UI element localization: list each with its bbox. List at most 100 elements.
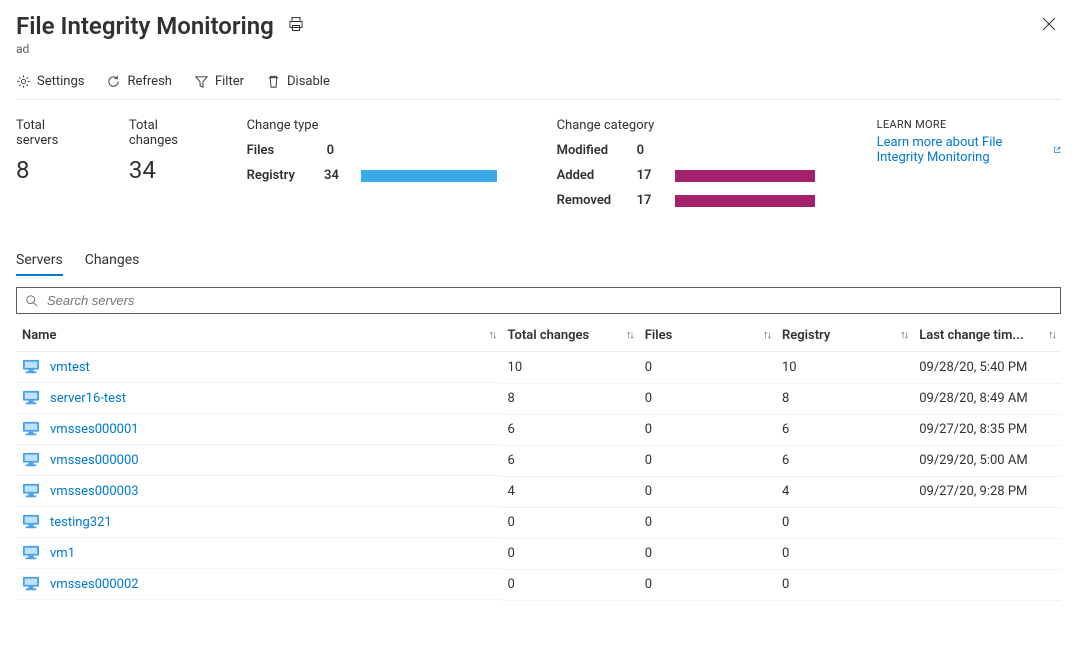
server-icon: [22, 576, 40, 592]
sort-icon: ↑↓: [900, 328, 907, 341]
table-row: testing321000: [16, 507, 1061, 538]
sort-icon: ↑↓: [626, 328, 633, 341]
gear-icon: [16, 74, 31, 89]
search-box[interactable]: [16, 287, 1061, 314]
server-icon: [22, 545, 40, 561]
change-category-name: Added: [557, 168, 637, 183]
cell-last-change: [913, 507, 1061, 538]
change-type-value: 34: [324, 168, 353, 183]
total-servers-value: 8: [16, 156, 69, 184]
cell-registry: 0: [776, 507, 913, 538]
total-changes-block: Total changes 34: [129, 118, 187, 184]
col-header-files[interactable]: Files↑↓: [639, 320, 776, 352]
filter-button[interactable]: Filter: [194, 74, 244, 89]
external-link-icon: [1053, 144, 1061, 156]
cell-files: 0: [639, 569, 776, 600]
learn-more-link[interactable]: Learn more about File Integrity Monitori…: [877, 135, 1061, 165]
table-row: vmsses00000160609/27/20, 8:35 PM: [16, 414, 1061, 445]
change-type-name: Registry: [247, 168, 324, 183]
tab-servers[interactable]: Servers: [16, 246, 63, 276]
change-category-value: 17: [637, 193, 667, 208]
cell-files: 0: [639, 476, 776, 507]
server-icon: [22, 421, 40, 437]
server-link[interactable]: testing321: [50, 515, 112, 530]
table-row: vmsses00000340409/27/20, 9:28 PM: [16, 476, 1061, 507]
sort-icon: ↑↓: [489, 328, 496, 341]
refresh-button[interactable]: Refresh: [106, 74, 171, 89]
change-category-row: Removed17: [557, 193, 817, 208]
cell-registry: 0: [776, 569, 913, 600]
change-category-row: Modified0: [557, 143, 817, 158]
cell-registry: 6: [776, 445, 913, 476]
settings-button[interactable]: Settings: [16, 74, 84, 89]
col-header-name[interactable]: Name↑↓: [16, 320, 502, 352]
cell-files: 0: [639, 538, 776, 569]
change-category-row: Added17: [557, 168, 817, 183]
toolbar: Settings Refresh Filter Disable: [16, 74, 1061, 100]
server-icon: [22, 483, 40, 499]
col-header-registry[interactable]: Registry↑↓: [776, 320, 913, 352]
change-category-bar: [675, 195, 815, 207]
cell-last-change: 09/27/20, 9:28 PM: [913, 476, 1061, 507]
change-category-title: Change category: [557, 118, 817, 133]
change-category-bar: [675, 170, 815, 182]
server-icon: [22, 359, 40, 375]
servers-table: Name↑↓ Total changes↑↓ Files↑↓ Registry↑…: [16, 320, 1061, 601]
total-servers-block: Total servers 8: [16, 118, 69, 184]
cell-total-changes: 0: [502, 569, 639, 600]
server-link[interactable]: vmsses000000: [50, 453, 139, 468]
change-category-value: 0: [637, 143, 667, 158]
cell-total-changes: 8: [502, 383, 639, 414]
total-changes-value: 34: [129, 156, 187, 184]
disable-button[interactable]: Disable: [266, 74, 330, 89]
disable-label: Disable: [287, 74, 330, 89]
tabs: Servers Changes: [16, 246, 1061, 277]
settings-label: Settings: [37, 74, 84, 89]
print-icon[interactable]: [288, 16, 304, 36]
server-icon: [22, 452, 40, 468]
refresh-icon: [106, 74, 121, 89]
cell-registry: 0: [776, 538, 913, 569]
server-link[interactable]: server16-test: [50, 391, 126, 406]
cell-total-changes: 6: [502, 445, 639, 476]
col-header-total-changes[interactable]: Total changes↑↓: [502, 320, 639, 352]
server-link[interactable]: vmsses000002: [50, 577, 139, 592]
tab-changes[interactable]: Changes: [85, 246, 140, 276]
filter-icon: [194, 74, 209, 89]
learn-more-link-text: Learn more about File Integrity Monitori…: [877, 135, 1047, 165]
cell-total-changes: 6: [502, 414, 639, 445]
server-link[interactable]: vm1: [50, 546, 75, 561]
search-input[interactable]: [45, 292, 1052, 309]
cell-files: 0: [639, 445, 776, 476]
cell-registry: 4: [776, 476, 913, 507]
cell-registry: 8: [776, 383, 913, 414]
cell-total-changes: 0: [502, 507, 639, 538]
cell-last-change: 09/29/20, 5:00 AM: [913, 445, 1061, 476]
server-link[interactable]: vmsses000001: [50, 422, 139, 437]
filter-label: Filter: [215, 74, 244, 89]
change-type-value: 0: [327, 143, 357, 158]
learn-more-title: LEARN MORE: [877, 118, 1061, 131]
change-type-row: Registry34: [247, 168, 497, 183]
cell-files: 0: [639, 352, 776, 384]
cell-files: 0: [639, 414, 776, 445]
search-icon: [25, 294, 39, 308]
page-title: File Integrity Monitoring: [16, 12, 274, 40]
table-row: vmsses00000060609/29/20, 5:00 AM: [16, 445, 1061, 476]
cell-registry: 6: [776, 414, 913, 445]
server-link[interactable]: vmsses000003: [50, 484, 139, 499]
cell-last-change: [913, 538, 1061, 569]
refresh-label: Refresh: [127, 74, 171, 89]
server-icon: [22, 390, 40, 406]
total-servers-label: Total servers: [16, 118, 69, 148]
trash-icon: [266, 74, 281, 89]
change-type-bar: [361, 170, 497, 182]
server-link[interactable]: vmtest: [50, 360, 90, 375]
close-icon[interactable]: [1037, 12, 1061, 40]
sort-icon: ↑↓: [1048, 328, 1055, 341]
cell-last-change: 09/28/20, 5:40 PM: [913, 352, 1061, 384]
col-header-last-change[interactable]: Last change tim...↑↓: [913, 320, 1061, 352]
change-category-name: Modified: [557, 143, 637, 158]
sort-icon: ↑↓: [763, 328, 770, 341]
change-type-block: Change type Files0Registry34: [247, 118, 497, 193]
